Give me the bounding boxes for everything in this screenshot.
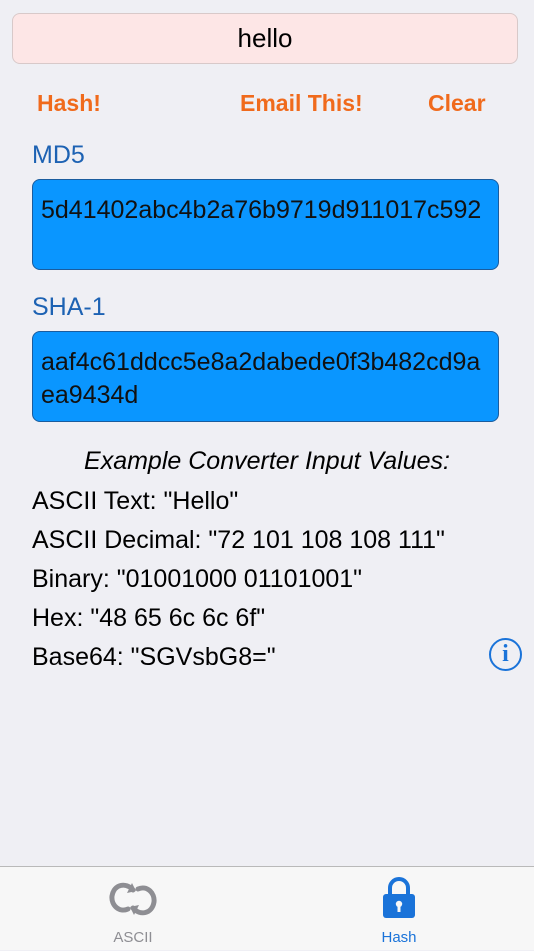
example-hex: Hex: "48 65 6c 6c 6f": [32, 604, 266, 632]
tab-bar: ASCII Hash: [0, 866, 534, 950]
sha1-label: SHA-1: [32, 293, 106, 321]
tab-ascii[interactable]: ASCII: [63, 867, 203, 951]
text-input[interactable]: hello: [12, 13, 518, 64]
example-ascii-text: ASCII Text: "Hello": [32, 487, 239, 515]
refresh-icon: [109, 882, 157, 916]
md5-output[interactable]: 5d41402abc4b2a76b9719d911017c592: [32, 179, 499, 270]
info-icon: i: [502, 641, 509, 667]
tab-hash-label: Hash: [381, 929, 417, 946]
examples-title: Example Converter Input Values:: [84, 447, 450, 475]
info-button[interactable]: i: [489, 638, 522, 671]
md5-label: MD5: [32, 141, 85, 169]
hash-button[interactable]: Hash!: [37, 90, 101, 117]
tab-hash[interactable]: Hash: [329, 867, 469, 951]
lock-icon: [383, 877, 415, 918]
tab-ascii-label: ASCII: [113, 929, 153, 946]
clear-button[interactable]: Clear: [428, 90, 486, 117]
sha1-output[interactable]: aaf4c61ddcc5e8a2dabede0f3b482cd9aea9434d: [32, 331, 499, 422]
example-base64: Base64: "SGVsbG8=": [32, 643, 276, 671]
text-input-value: hello: [237, 23, 293, 53]
example-binary: Binary: "01001000 01101001": [32, 565, 363, 593]
example-ascii-decimal: ASCII Decimal: "72 101 108 108 111": [32, 526, 445, 554]
email-button[interactable]: Email This!: [240, 90, 363, 117]
